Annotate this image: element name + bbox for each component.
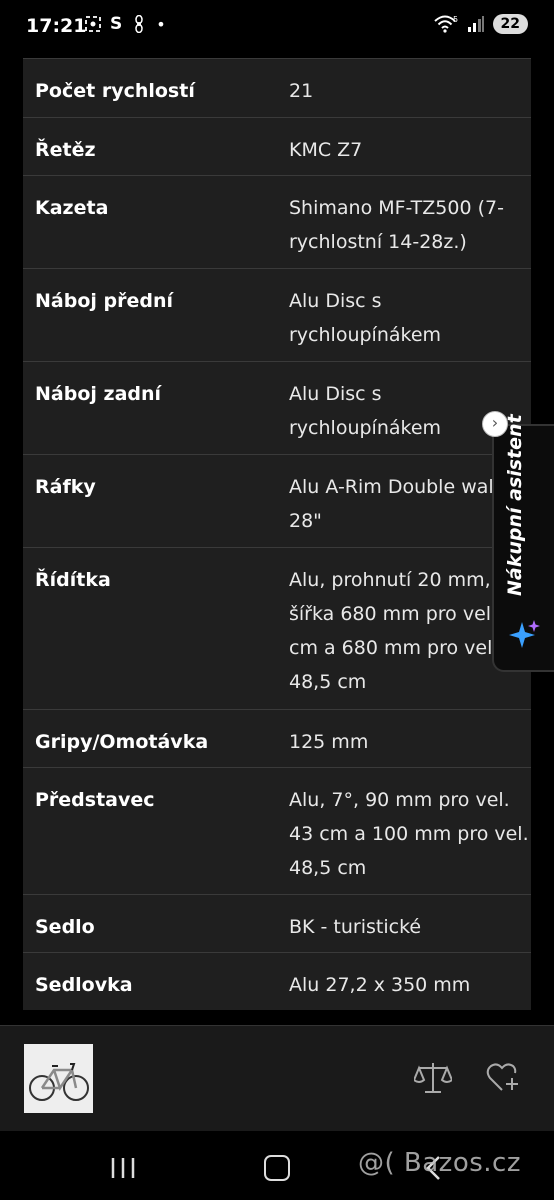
spec-label: Sedlovka	[35, 974, 133, 996]
spec-label: Ráfky	[35, 476, 96, 498]
spec-value-line: 48,5 cm	[289, 857, 367, 879]
spec-row: Sedlo BK - turistické	[23, 894, 531, 952]
spec-value-line: KMC Z7	[289, 139, 363, 161]
spec-value-line: šířka 680 mm pro vel.	[289, 603, 498, 625]
spec-label: Náboj zadní	[35, 383, 162, 405]
heart-plus-icon[interactable]	[486, 1062, 520, 1094]
bicycle-icon	[29, 1063, 89, 1101]
spec-label: Počet rychlostí	[35, 80, 195, 102]
spec-value: 21	[277, 59, 531, 117]
spec-label: Gripy/Omotávka	[35, 731, 209, 753]
status-left-icons: S •	[84, 14, 166, 34]
status-time: 17:21	[26, 15, 87, 37]
spec-value-line: Alu, 7°, 90 mm pro vel.	[289, 789, 510, 811]
shopping-assistant-button[interactable]: Nákupní asistent	[492, 414, 554, 672]
spec-value: Shimano MF-TZ500 (7- rychlostní 14-28z.)	[277, 176, 531, 268]
spec-row: Ráfky Alu A-Rim Double wall 28"	[23, 454, 531, 547]
spec-value-line: 125 mm	[289, 731, 369, 753]
status-bar: 17:21 S • 5 22	[0, 0, 554, 52]
spec-value: KMC Z7	[277, 118, 531, 175]
spec-value-line: Alu, prohnutí 20 mm,	[289, 569, 491, 591]
spec-value-line: cm a 680 mm pro vel.	[289, 637, 499, 659]
spec-value: BK - turistické	[277, 895, 531, 952]
assistant-collapse-button[interactable]: ›	[482, 411, 508, 437]
spec-value-line: rychlostní 14-28z.)	[289, 231, 467, 253]
spec-row: Gripy/Omotávka 125 mm	[23, 709, 531, 767]
spec-row: Náboj zadní Alu Disc s rychloupínákem	[23, 361, 531, 454]
sparkle-icon	[509, 620, 540, 648]
fan-icon	[135, 15, 143, 33]
spec-value-line: 21	[289, 80, 314, 102]
spec-value-line: BK - turistické	[289, 916, 422, 938]
spec-value-line: 48,5 cm	[289, 671, 367, 693]
scales-icon[interactable]	[414, 1060, 452, 1096]
spec-value-line: Alu Disc s	[289, 290, 382, 312]
spec-row: Řídítka Alu, prohnutí 20 mm, šířka 680 mm …	[23, 547, 531, 709]
wifi-icon: 5	[433, 15, 458, 33]
spec-row: Kazeta Shimano MF-TZ500 (7- rychlostní 14-…	[23, 175, 531, 268]
spec-label: Náboj přední	[35, 290, 174, 312]
spec-value: Alu Disc s rychloupínákem	[277, 269, 531, 361]
spec-row: Představec Alu, 7°, 90 mm pro vel. 43 cm a…	[23, 767, 531, 894]
spec-row: Počet rychlostí 21	[23, 58, 531, 117]
spec-value: Alu 27,2 x 350 mm	[277, 953, 531, 1010]
s-icon: S	[110, 14, 123, 34]
screen-record-icon	[85, 16, 101, 32]
spec-label: Kazeta	[35, 197, 109, 219]
watermark: @( Bazos.cz	[358, 1148, 521, 1178]
spec-label: Řídítka	[35, 569, 111, 591]
home-icon[interactable]	[264, 1155, 290, 1181]
spec-row: Řetěz KMC Z7	[23, 117, 531, 175]
spec-value-line: 43 cm a 100 mm pro vel.	[289, 823, 529, 845]
spec-label: Sedlo	[35, 916, 95, 938]
spec-value: 125 mm	[277, 710, 531, 767]
shopping-assistant-label: Nákupní asistent	[504, 414, 526, 596]
spec-value-line: Alu Disc s	[289, 383, 382, 405]
status-right-icons: 5 22	[433, 14, 528, 34]
spec-label: Řetěz	[35, 139, 96, 161]
recents-icon[interactable]	[110, 1157, 136, 1179]
spec-table: Počet rychlostí 21 Řetěz KMC Z7 Kazeta Shiman…	[23, 58, 531, 1010]
spec-value-line: Shimano MF-TZ500 (7-	[289, 197, 504, 219]
spec-value-line: Alu 27,2 x 350 mm	[289, 974, 471, 996]
signal-icon	[467, 16, 484, 32]
notification-dot: •	[156, 14, 166, 34]
spec-label: Představec	[35, 789, 155, 811]
spec-row: Náboj přední Alu Disc s rychloupínákem	[23, 268, 531, 361]
product-action-bar	[0, 1025, 554, 1132]
spec-value: Alu, 7°, 90 mm pro vel. 43 cm a 100 mm pr…	[277, 768, 531, 894]
spec-value-line: 28"	[289, 510, 322, 532]
spec-value-line: rychloupínákem	[289, 324, 442, 346]
spec-row: Sedlovka Alu 27,2 x 350 mm	[23, 952, 531, 1010]
product-thumbnail[interactable]	[24, 1044, 93, 1113]
battery-indicator: 22	[492, 14, 528, 34]
spec-value-line: Alu A-Rim Double wall	[289, 476, 499, 498]
svg-text:5: 5	[453, 15, 458, 24]
